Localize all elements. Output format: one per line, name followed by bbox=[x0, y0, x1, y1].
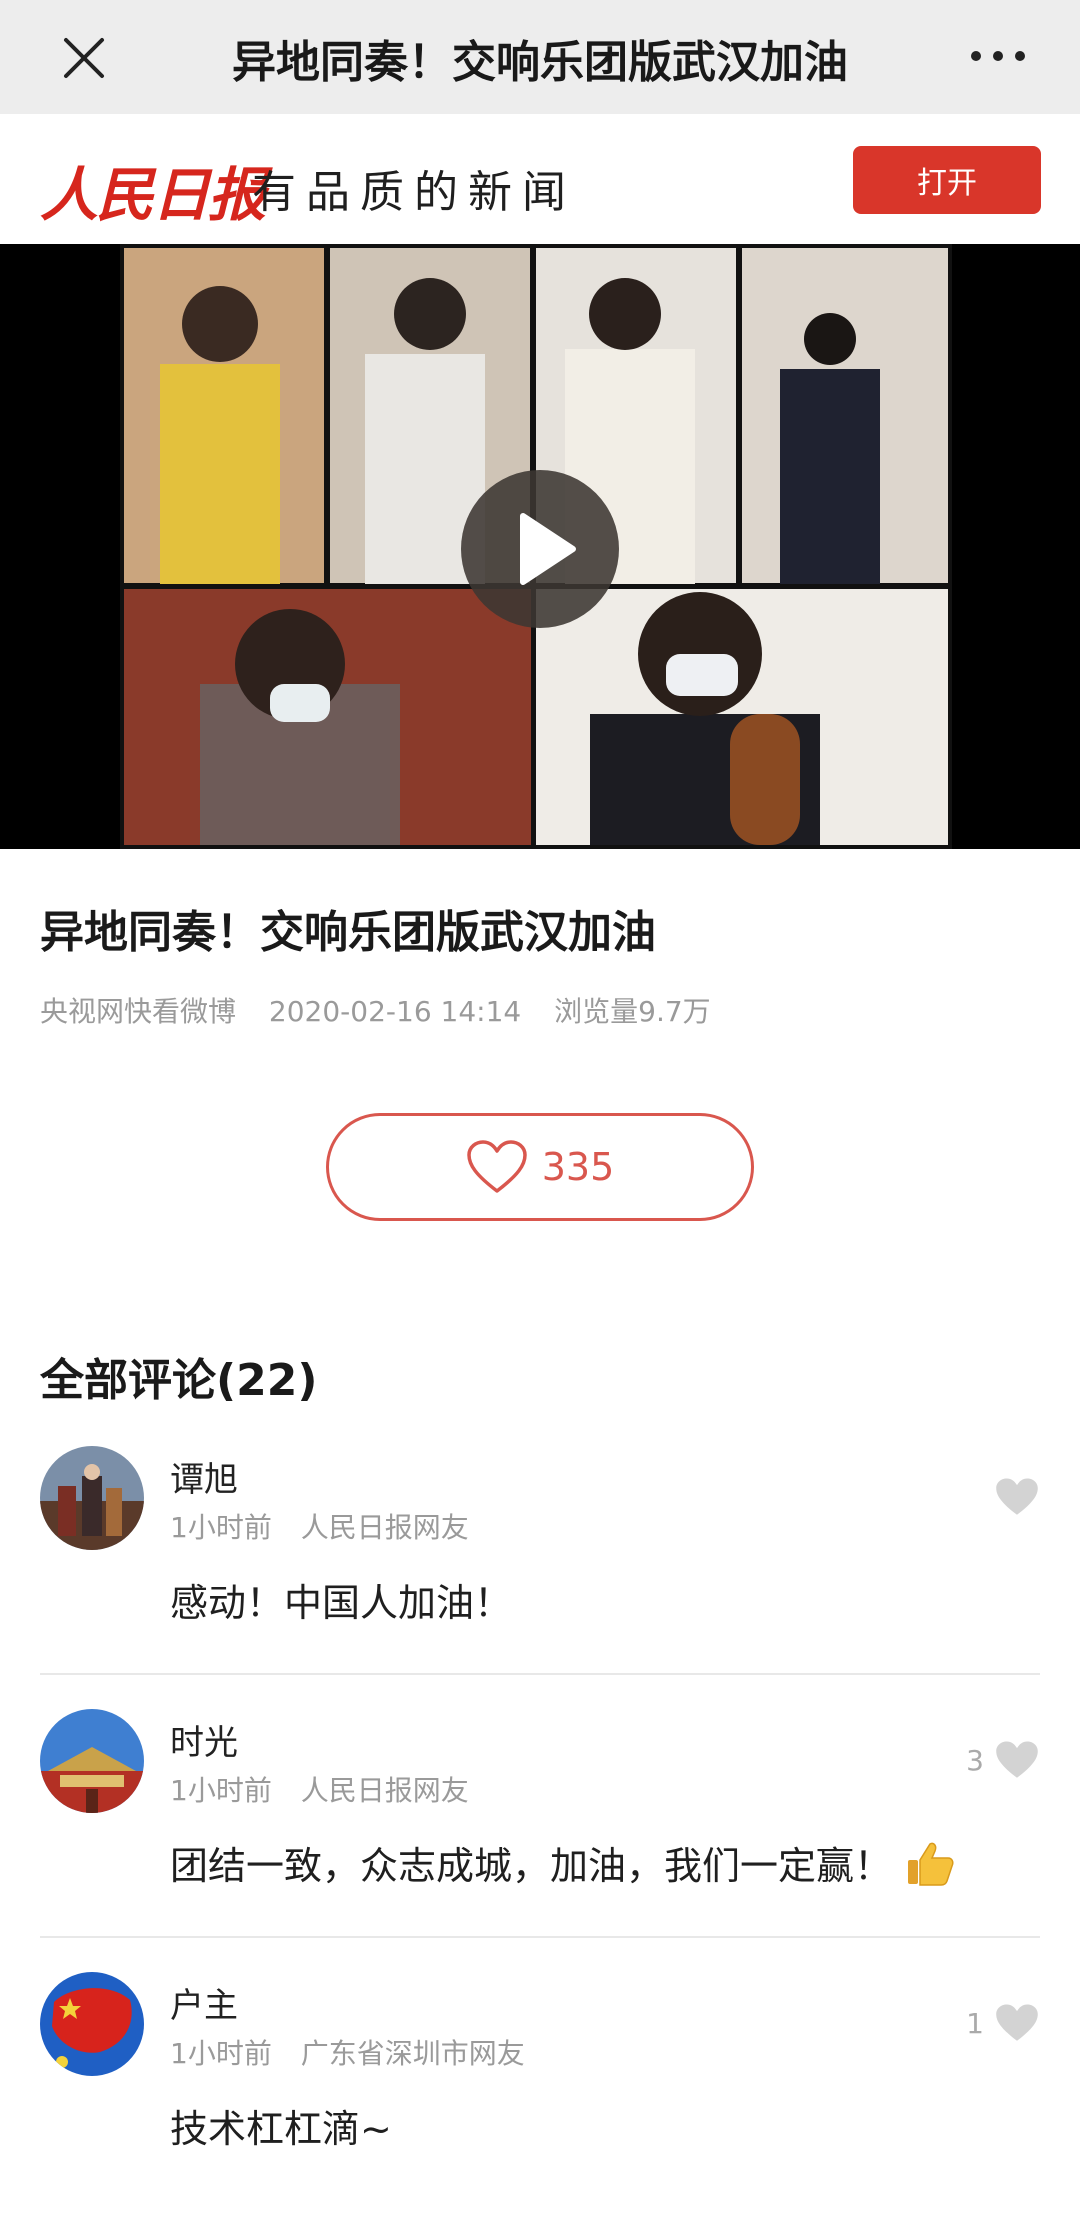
comment-author[interactable]: 户主 bbox=[170, 1978, 238, 2027]
comment-item: 户主 1小时前 广东省深圳市网友 技术杠杠滴~ 1 bbox=[40, 1972, 1040, 2235]
comment-location: 广东省深圳市网友 bbox=[300, 2037, 525, 2070]
article-views: 浏览量9.7万 bbox=[554, 995, 711, 1028]
avatar[interactable] bbox=[40, 1972, 144, 2076]
page-title: 异地同奏！交响乐团版武汉加油 bbox=[232, 37, 848, 88]
brand-bar: 人民日报 有品质的新闻 打开 bbox=[0, 114, 1080, 244]
comment-text: 团结一致，众志成城，加油，我们一定赢！ bbox=[170, 1835, 956, 1899]
comment-text-content: 团结一致，众志成城，加油，我们一定赢！ bbox=[170, 1844, 893, 1888]
brand-logo: 人民日报 bbox=[40, 161, 266, 229]
heart-icon bbox=[996, 1478, 1038, 1515]
article-title: 异地同奏！交响乐团版武汉加油 bbox=[40, 907, 656, 958]
comment-item: 时光 1小时前 人民日报网友 团结一致，众志成城，加油，我们一定赢！ 3 bbox=[40, 1709, 1040, 1972]
heart-icon bbox=[996, 1741, 1038, 1778]
comment-author[interactable]: 谭旭 bbox=[170, 1452, 238, 1501]
close-icon[interactable] bbox=[56, 30, 112, 86]
comment-text: 感动！中国人加油！ bbox=[170, 1581, 513, 1625]
avatar[interactable] bbox=[40, 1446, 144, 1550]
comment-meta: 1小时前 人民日报网友 bbox=[170, 1769, 489, 1809]
comments-header: 全部评论(22) bbox=[40, 1355, 318, 1406]
comment-location: 人民日报网友 bbox=[300, 1511, 469, 1544]
comment-like-button[interactable]: 1 bbox=[966, 2002, 1040, 2044]
comment-text: 技术杠杠滴~ bbox=[170, 2107, 392, 2151]
comment-like-count: 3 bbox=[966, 1743, 984, 1777]
brand-tagline: 有品质的新闻 bbox=[252, 167, 576, 218]
comment-like-count: 1 bbox=[966, 2006, 984, 2040]
open-app-button[interactable]: 打开 bbox=[853, 146, 1041, 214]
article-datetime: 2020-02-16 14:14 bbox=[268, 995, 522, 1028]
thumbs-up-icon bbox=[904, 1838, 956, 1899]
comment-item: 谭旭 1小时前 人民日报网友 感动！中国人加油！ bbox=[40, 1446, 1040, 1709]
like-button[interactable]: 335 bbox=[326, 1113, 754, 1221]
comment-time: 1小时前 bbox=[170, 1774, 272, 1807]
avatar[interactable] bbox=[40, 1709, 144, 1813]
comment-time: 1小时前 bbox=[170, 1511, 272, 1544]
article-source[interactable]: 央视网快看微博 bbox=[40, 995, 236, 1028]
play-icon[interactable] bbox=[461, 470, 619, 628]
article-meta: 央视网快看微博 2020-02-16 14:14 浏览量9.7万 bbox=[40, 990, 735, 1030]
comment-meta: 1小时前 人民日报网友 bbox=[170, 1506, 489, 1546]
comment-location: 人民日报网友 bbox=[300, 1774, 469, 1807]
comment-like-button[interactable] bbox=[984, 1476, 1040, 1518]
divider bbox=[40, 1673, 1040, 1675]
more-dots-icon[interactable] bbox=[962, 36, 1034, 76]
comment-time: 1小时前 bbox=[170, 2037, 272, 2070]
comment-author[interactable]: 时光 bbox=[170, 1715, 238, 1764]
heart-outline-icon bbox=[466, 1140, 527, 1193]
video-player[interactable] bbox=[0, 244, 1080, 849]
top-nav-bar: 异地同奏！交响乐团版武汉加油 bbox=[0, 0, 1080, 114]
comment-meta: 1小时前 广东省深圳市网友 bbox=[170, 2032, 545, 2072]
divider bbox=[40, 1936, 1040, 1938]
comment-like-button[interactable]: 3 bbox=[966, 1739, 1040, 1781]
like-count: 335 bbox=[541, 1145, 615, 1189]
heart-icon bbox=[996, 2004, 1038, 2041]
